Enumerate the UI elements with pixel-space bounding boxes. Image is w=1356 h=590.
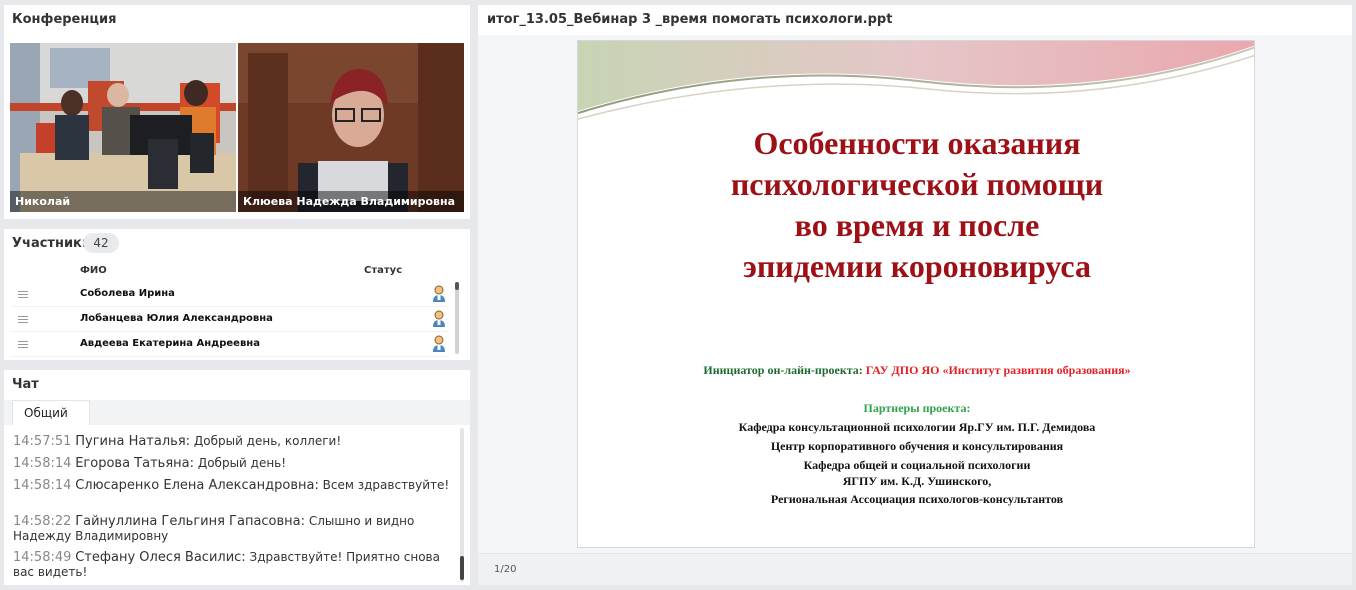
- message-time: 14:57:51: [13, 434, 72, 449]
- participants-scrollbar-track[interactable]: [455, 282, 459, 354]
- user-icon: [433, 285, 445, 302]
- initiator-value: ГАУ ДПО ЯО «Институт развития образовани…: [865, 363, 1131, 377]
- message-time: 14:58:22: [13, 514, 72, 529]
- chat-title: Чат: [12, 377, 39, 392]
- participant-name: Соболева Ирина: [80, 288, 175, 299]
- user-icon: [433, 310, 445, 327]
- slide-title-line: эпидемии короновируса: [743, 248, 1091, 284]
- partner-line: Центр корпоративного обучения и консульт…: [770, 439, 1064, 453]
- chat-scrollbar-thumb[interactable]: [460, 556, 464, 580]
- video-feed-2: [238, 43, 464, 212]
- tab-general[interactable]: Общий: [12, 400, 90, 425]
- chat-message: 14:58:49 Стефану Олеся Василис: Здравств…: [13, 550, 453, 580]
- presentation-file-name: итог_13.05_Вебинар 3 _время помогать пси…: [487, 12, 893, 27]
- slide-header-wave: [578, 41, 1254, 120]
- participant-name: Авдеева Екатерина Андреевна: [80, 338, 260, 349]
- partners-title: Партнеры проекта:: [863, 401, 971, 415]
- video-participant-name: Николай: [10, 191, 236, 212]
- partner-line: ЯГПУ им. К.Д. Ушинского,: [842, 474, 992, 488]
- participant-name: Лобанцева Юлия Александровна: [80, 313, 273, 324]
- participants-title: Участники: [12, 236, 91, 251]
- video-participant-name: Клюева Надежда Владимировна: [238, 191, 464, 212]
- participants-panel: Участники 42 ФИО Статус Соболева Ирина Л…: [4, 229, 470, 360]
- message-time: 14:58:14: [13, 456, 72, 471]
- partner-line: Региональная Ассоциация психологов-консу…: [770, 492, 1064, 506]
- initiator-label: Инициатор он-лайн-проекта:: [703, 363, 863, 377]
- partner-line: Кафедра общей и социальной психологии: [803, 458, 1031, 472]
- column-header-name[interactable]: ФИО: [80, 265, 107, 276]
- presentation-panel: итог_13.05_Вебинар 3 _время помогать пси…: [478, 5, 1352, 585]
- chat-message: 14:58:22 Гайнуллина Гельгиня Гапасовна: …: [13, 514, 453, 544]
- video-tile-2[interactable]: Клюева Надежда Владимировна: [238, 43, 464, 212]
- message-author: Пугина Наталья:: [75, 434, 191, 449]
- presentation-footer: 1/20: [478, 553, 1352, 585]
- message-text: Добрый день!: [197, 456, 287, 470]
- chat-message: 14:57:51 Пугина Наталья: Добрый день, ко…: [13, 434, 453, 449]
- conference-title: Конференция: [12, 12, 117, 27]
- slide-title: Особенности оказания психологической пом…: [578, 123, 1254, 287]
- user-icon: [433, 335, 445, 352]
- participants-count-badge: 42: [83, 233, 119, 253]
- message-author: Стефану Олеся Василис:: [75, 550, 246, 565]
- partner-line: Кафедра консультационной психологии Яр.Г…: [738, 420, 1096, 434]
- message-author: Слюсаренко Елена Александровна:: [75, 478, 319, 493]
- participant-row[interactable]: Авдеева Екатерина Андреевна: [12, 332, 448, 357]
- message-author: Егорова Татьяна:: [75, 456, 194, 471]
- chat-message: 14:58:14 Слюсаренко Елена Александровна:…: [13, 478, 453, 493]
- slide[interactable]: Особенности оказания психологической пом…: [577, 40, 1255, 548]
- participant-row[interactable]: Лобанцева Юлия Александровна: [12, 307, 448, 332]
- video-feed-1: [10, 43, 236, 212]
- participants-scrollbar-thumb[interactable]: [455, 282, 459, 290]
- column-header-status[interactable]: Статус: [364, 265, 402, 276]
- message-text: Добрый день, коллеги!: [193, 434, 342, 448]
- drag-handle-icon[interactable]: [18, 341, 28, 348]
- drag-handle-icon[interactable]: [18, 316, 28, 323]
- slide-initiator: Инициатор он-лайн-проекта: ГАУ ДПО ЯО «И…: [578, 363, 1254, 378]
- slide-title-line: во время и после: [794, 207, 1040, 243]
- message-time: 14:58:49: [13, 550, 72, 565]
- chat-message-list[interactable]: 14:57:51 Пугина Наталья: Добрый день, ко…: [12, 425, 458, 583]
- chat-message: 14:58:14 Егорова Татьяна: Добрый день!: [13, 456, 453, 471]
- message-time: 14:58:14: [13, 478, 72, 493]
- message-text: Всем здравствуйте!: [322, 478, 450, 492]
- chat-panel: Чат Общий 14:57:51 Пугина Наталья: Добры…: [4, 370, 470, 585]
- participant-row[interactable]: Соболева Ирина: [12, 282, 448, 307]
- message-author: Гайнуллина Гельгиня Гапасовна:: [75, 514, 306, 529]
- page-indicator: 1/20: [494, 564, 517, 575]
- slide-title-line: психологической помощи: [730, 166, 1104, 202]
- video-tile-1[interactable]: Николай: [10, 43, 236, 212]
- conference-panel: Конференция Николай Клюева Надежда Влади…: [4, 5, 470, 219]
- slide-title-line: Особенности оказания: [753, 125, 1081, 161]
- drag-handle-icon[interactable]: [18, 291, 28, 298]
